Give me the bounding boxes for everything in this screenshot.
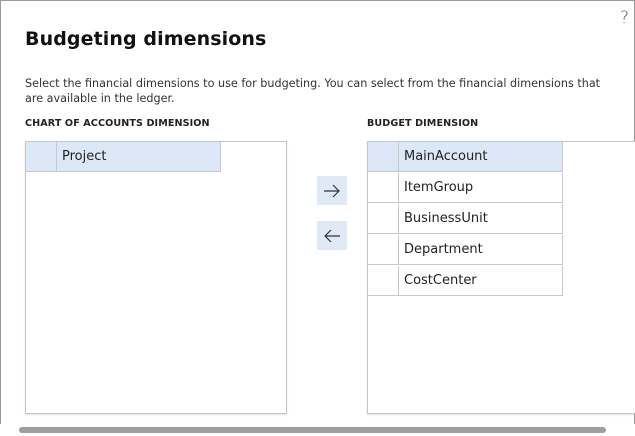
budget-dimension-list[interactable]: MainAccount ItemGroup BusinessUnit Depar… — [367, 141, 635, 414]
horizontal-scrollbar-thumb[interactable] — [19, 427, 606, 433]
list-item-label: Department — [404, 242, 483, 257]
list-item[interactable]: Department — [368, 235, 563, 265]
list-item[interactable]: BusinessUnit — [368, 204, 563, 234]
chart-of-accounts-label: CHART OF ACCOUNTS DIMENSION — [25, 118, 210, 129]
list-item-label: MainAccount — [404, 149, 488, 164]
list-item-label: CostCenter — [404, 273, 477, 288]
list-item[interactable]: MainAccount — [368, 142, 563, 172]
dialog-title: Budgeting dimensions — [25, 28, 267, 50]
move-left-button[interactable] — [317, 221, 347, 250]
row-selector[interactable] — [368, 204, 399, 233]
dialog-description: Select the financial dimensions to use f… — [25, 77, 601, 105]
chart-of-accounts-list[interactable]: Project — [25, 141, 287, 414]
list-item[interactable]: CostCenter — [368, 266, 563, 296]
row-selector[interactable] — [368, 235, 399, 264]
list-item-label: Project — [62, 149, 107, 164]
row-selector[interactable] — [26, 142, 57, 171]
budget-dimension-label: BUDGET DIMENSION — [367, 118, 479, 129]
arrow-left-icon — [324, 229, 340, 242]
list-item-label: ItemGroup — [404, 180, 474, 195]
list-item[interactable]: Project — [26, 142, 221, 172]
list-item-label: BusinessUnit — [404, 211, 488, 226]
row-selector[interactable] — [368, 266, 399, 295]
move-right-button[interactable] — [317, 176, 347, 205]
row-selector[interactable] — [368, 173, 399, 202]
arrow-right-icon — [324, 184, 340, 197]
list-item[interactable]: ItemGroup — [368, 173, 563, 203]
question-mark-icon[interactable]: ? — [620, 8, 632, 28]
row-selector[interactable] — [368, 142, 399, 171]
